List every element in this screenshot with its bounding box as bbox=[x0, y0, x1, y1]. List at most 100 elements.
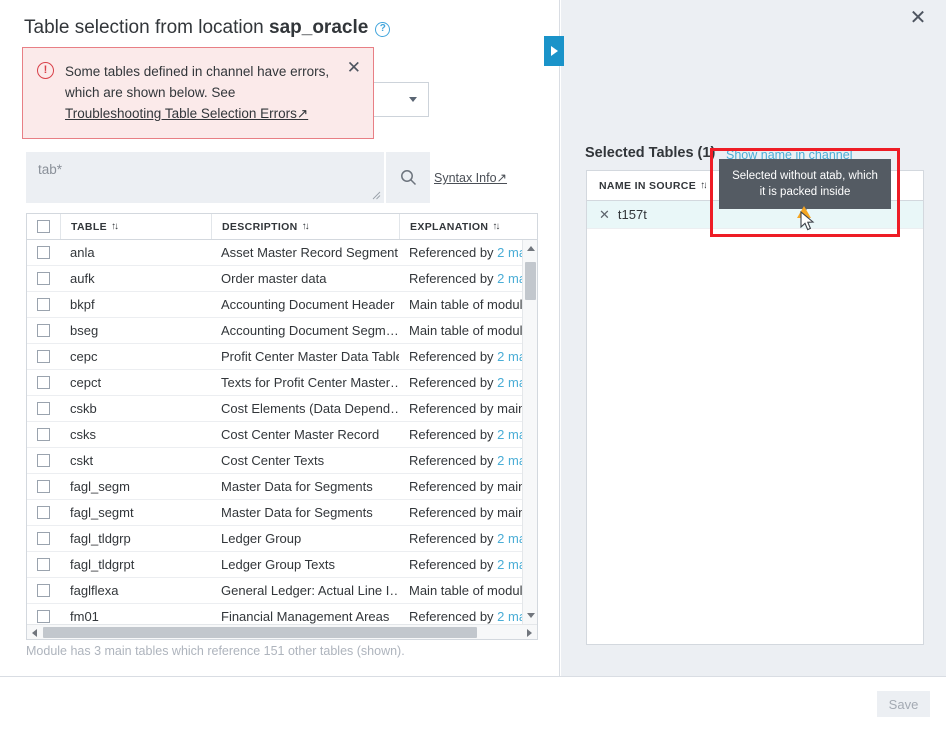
select-all-checkbox[interactable] bbox=[37, 220, 50, 233]
grid-footer-note: Module has 3 main tables which reference… bbox=[26, 644, 405, 658]
row-checkbox[interactable] bbox=[37, 454, 50, 467]
row-checkbox[interactable] bbox=[37, 402, 50, 415]
cell-explanation: Referenced by main table f bbox=[399, 401, 537, 416]
page-title-prefix: Table selection from location bbox=[24, 17, 269, 38]
column-header-name-in-source-label: NAME IN SOURCE bbox=[599, 180, 696, 192]
row-checkbox-cell bbox=[27, 448, 60, 473]
row-checkbox-cell bbox=[27, 396, 60, 421]
column-header-explanation-label: EXPLANATION bbox=[410, 221, 488, 233]
help-circle-icon[interactable]: ? bbox=[375, 22, 390, 37]
table-row[interactable]: cepctTexts for Profit Center Master… Refe… bbox=[27, 370, 537, 396]
sort-icon: ↑↓ bbox=[700, 180, 706, 191]
table-row[interactable]: cskbCost Elements (Data Depend…Reference… bbox=[27, 396, 537, 422]
row-checkbox-cell bbox=[27, 552, 60, 577]
column-header-name-in-source[interactable]: NAME IN SOURCE ↑↓ bbox=[587, 171, 706, 200]
cell-description: Ledger Group bbox=[211, 531, 399, 546]
cell-table-name: fagl_segmt bbox=[60, 505, 211, 520]
table-row[interactable]: anlaAsset Master Record SegmentReference… bbox=[27, 240, 537, 266]
row-checkbox[interactable] bbox=[37, 298, 50, 311]
selected-tables-heading: Selected Tables (1) bbox=[585, 145, 715, 161]
cell-description: Cost Elements (Data Depend… bbox=[211, 401, 399, 416]
table-row[interactable]: bsegAccounting Document Segm…Main table … bbox=[27, 318, 537, 344]
row-checkbox-cell bbox=[27, 344, 60, 369]
row-checkbox[interactable] bbox=[37, 428, 50, 441]
column-header-description[interactable]: DESCRIPTION ↑↓ bbox=[211, 214, 399, 239]
row-checkbox-cell bbox=[27, 474, 60, 499]
syntax-info-link[interactable]: Syntax Info↗ bbox=[434, 170, 507, 185]
cell-description: Asset Master Record Segment bbox=[211, 245, 399, 260]
row-checkbox[interactable] bbox=[37, 376, 50, 389]
cell-explanation: Referenced by 2 main table bbox=[399, 609, 537, 624]
table-row[interactable]: bkpfAccounting Document HeaderMain table… bbox=[27, 292, 537, 318]
remove-table-icon[interactable]: ✕ bbox=[599, 207, 610, 223]
search-icon bbox=[400, 169, 417, 186]
search-button[interactable] bbox=[386, 152, 430, 203]
cell-explanation: Referenced by main table f bbox=[399, 505, 537, 520]
chevron-down-icon bbox=[409, 97, 417, 102]
cell-table-name: cepc bbox=[60, 349, 211, 364]
page-title: Table selection from location sap_oracle… bbox=[24, 17, 390, 39]
row-checkbox[interactable] bbox=[37, 480, 50, 493]
scroll-right-arrow-icon[interactable] bbox=[527, 629, 532, 637]
error-banner-close-icon[interactable]: ✕ bbox=[341, 61, 361, 75]
cell-description: Master Data for Segments bbox=[211, 479, 399, 494]
panel-collapse-toggle[interactable] bbox=[544, 36, 564, 66]
row-checkbox-cell bbox=[27, 318, 60, 343]
table-header-row: TABLE ↑↓ DESCRIPTION ↑↓ EXPLANATION ↑↓ bbox=[27, 214, 537, 240]
horizontal-scrollbar[interactable] bbox=[27, 624, 537, 639]
row-checkbox[interactable] bbox=[37, 584, 50, 597]
troubleshooting-link[interactable]: Troubleshooting Table Selection Errors↗ bbox=[65, 106, 308, 121]
cell-description: Financial Management Areas bbox=[211, 609, 399, 624]
table-row[interactable]: csksCost Center Master RecordReferenced … bbox=[27, 422, 537, 448]
row-checkbox[interactable] bbox=[37, 246, 50, 259]
row-checkbox[interactable] bbox=[37, 610, 50, 623]
row-checkbox[interactable] bbox=[37, 350, 50, 363]
scroll-up-arrow-icon[interactable] bbox=[527, 246, 535, 251]
cell-explanation-text: Referenced by main table f bbox=[409, 401, 537, 416]
cell-table-name: faglflexa bbox=[60, 583, 211, 598]
close-icon[interactable]: ✕ bbox=[904, 4, 932, 32]
cell-table-name: bseg bbox=[60, 323, 211, 338]
scroll-left-arrow-icon[interactable] bbox=[32, 629, 37, 637]
table-row[interactable]: fagl_segmtMaster Data for SegmentsRefere… bbox=[27, 500, 537, 526]
table-row[interactable]: fagl_tldgrpLedger GroupReferenced by 2 m… bbox=[27, 526, 537, 552]
chevron-right-icon bbox=[551, 46, 558, 56]
table-row[interactable]: csktCost Center TextsReferenced by 2 mai… bbox=[27, 448, 537, 474]
table-row[interactable]: aufkOrder master dataReferenced by 2 mai… bbox=[27, 266, 537, 292]
cell-explanation-text: Referenced by bbox=[409, 453, 497, 468]
row-checkbox[interactable] bbox=[37, 324, 50, 337]
table-row[interactable]: cepcProfit Center Master Data TableRefer… bbox=[27, 344, 537, 370]
table-row[interactable]: fm01Financial Management AreasReferenced… bbox=[27, 604, 537, 624]
table-row[interactable]: fagl_segmMaster Data for SegmentsReferen… bbox=[27, 474, 537, 500]
error-message-line2: which are shown below. See bbox=[65, 85, 235, 100]
row-checkbox-cell bbox=[27, 500, 60, 525]
cell-table-name: aufk bbox=[60, 271, 211, 286]
sort-icon: ↑↓ bbox=[492, 221, 498, 232]
search-input[interactable] bbox=[26, 152, 384, 203]
table-row[interactable]: faglflexaGeneral Ledger: Actual Line I…M… bbox=[27, 578, 537, 604]
selected-tables-grid: NAME IN SOURCE ↑↓ ✕ t157t bbox=[586, 170, 924, 645]
cell-explanation-text: Referenced by main table f bbox=[409, 479, 537, 494]
cell-explanation: Main table of module bbox=[399, 583, 537, 598]
table-row[interactable]: fagl_tldgrptLedger Group TextsReferenced… bbox=[27, 552, 537, 578]
cell-description: Texts for Profit Center Master… bbox=[211, 375, 399, 390]
cell-explanation-text: Referenced by bbox=[409, 349, 497, 364]
vertical-scrollbar-thumb[interactable] bbox=[525, 262, 536, 300]
row-checkbox[interactable] bbox=[37, 506, 50, 519]
row-checkbox[interactable] bbox=[37, 532, 50, 545]
scroll-down-arrow-icon[interactable] bbox=[527, 613, 535, 618]
row-checkbox-cell bbox=[27, 292, 60, 317]
column-header-explanation[interactable]: EXPLANATION ↑↓ bbox=[399, 214, 538, 239]
row-checkbox[interactable] bbox=[37, 558, 50, 571]
cell-explanation-text: Main table of module bbox=[409, 297, 530, 312]
horizontal-scrollbar-thumb[interactable] bbox=[43, 627, 477, 638]
vertical-scrollbar[interactable] bbox=[522, 240, 537, 624]
save-button[interactable]: Save bbox=[877, 691, 930, 717]
cell-explanation: Referenced by 2 main table bbox=[399, 271, 537, 286]
row-checkbox[interactable] bbox=[37, 272, 50, 285]
cell-table-name: cepct bbox=[60, 375, 211, 390]
cell-explanation: Referenced by 2 main table bbox=[399, 531, 537, 546]
cell-explanation-text: Referenced by bbox=[409, 375, 497, 390]
column-header-table[interactable]: TABLE ↑↓ bbox=[60, 214, 211, 239]
row-checkbox-cell bbox=[27, 422, 60, 447]
